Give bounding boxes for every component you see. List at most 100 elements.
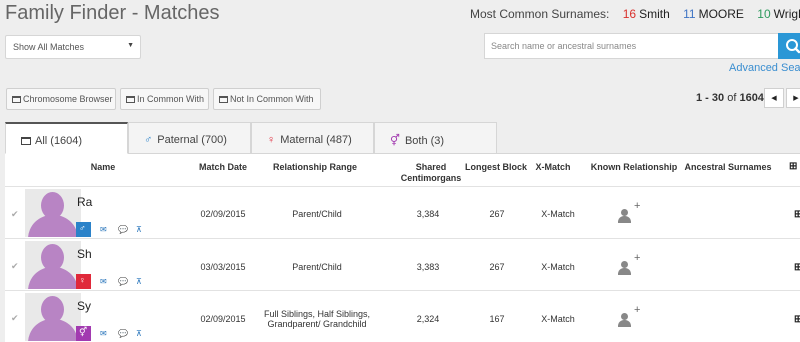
relationship-range: Parent/Child bbox=[292, 262, 342, 272]
male-icon: ♂ bbox=[76, 222, 91, 237]
search-placeholder: Search name or ancestral surnames bbox=[491, 41, 637, 51]
female-icon: ♀ bbox=[76, 274, 91, 289]
advanced-search-link[interactable]: Advanced Searc bbox=[729, 62, 800, 74]
table-row[interactable]: ✔ Sh ♀ ✉ 💬 ⊼ 03/03/2015 Parent/Child 3,3… bbox=[5, 238, 800, 290]
add-relationship-icon[interactable] bbox=[617, 313, 633, 327]
check-icon[interactable]: ✔ bbox=[11, 313, 19, 324]
add-relationship-icon[interactable] bbox=[617, 209, 633, 223]
surname-count: 11 bbox=[683, 7, 696, 21]
tab-maternal[interactable]: ♀ Maternal (487) bbox=[251, 122, 374, 154]
surname-link[interactable]: MOORE bbox=[699, 7, 744, 21]
surname-count: 16 bbox=[622, 7, 637, 21]
not-in-common-with-button[interactable]: Not In Common With bbox=[213, 88, 321, 110]
plus-icon[interactable]: + bbox=[634, 304, 640, 316]
plus-icon[interactable]: + bbox=[634, 200, 640, 212]
chevron-left-icon: ◀ bbox=[771, 95, 777, 102]
in-common-with-button[interactable]: In Common With bbox=[120, 88, 209, 110]
match-filter-value: Show All Matches bbox=[13, 42, 85, 52]
tab-paternal-label: Paternal (700) bbox=[157, 134, 227, 146]
column-header-known-relationship[interactable]: Known Relationship bbox=[586, 162, 682, 173]
check-icon[interactable]: ✔ bbox=[11, 261, 19, 272]
tab-both-label: Both (3) bbox=[404, 135, 445, 147]
prev-page-button[interactable]: ◀ bbox=[764, 88, 784, 108]
match-date: 02/09/2015 bbox=[200, 314, 246, 324]
match-date: 03/03/2015 bbox=[200, 262, 246, 272]
in-common-with-label: In Common With bbox=[137, 94, 205, 104]
email-icon[interactable]: ✉ bbox=[100, 225, 107, 234]
expand-row-icon[interactable]: ⊞ bbox=[794, 314, 800, 325]
table-icon bbox=[126, 96, 135, 103]
add-relationship-icon[interactable] bbox=[617, 261, 633, 275]
pagination-total: 1604 bbox=[739, 92, 764, 104]
longest-block: 267 bbox=[489, 262, 505, 272]
column-header-match-date[interactable]: Match Date bbox=[188, 162, 258, 173]
match-name[interactable]: Sh bbox=[77, 247, 92, 261]
chevron-right-icon: ▶ bbox=[793, 95, 799, 102]
note-icon[interactable]: 💬 bbox=[118, 225, 128, 234]
table-row[interactable]: ✔ Sy ⚥ ✉ 💬 ⊼ 02/09/2015 Full Siblings, H… bbox=[5, 290, 800, 342]
both-icon: ⚥ bbox=[76, 326, 91, 341]
common-surnames: Most Common Surnames: 16 Smith 11 MOORE 10… bbox=[470, 7, 800, 21]
female-icon: ♀ bbox=[267, 134, 276, 146]
page-title: Family Finder - Matches bbox=[5, 2, 220, 24]
next-page-button[interactable]: ▶ bbox=[786, 88, 800, 108]
tab-both[interactable]: ⚥ Both (3) bbox=[374, 122, 497, 154]
note-icon[interactable]: 💬 bbox=[118, 277, 128, 286]
match-name[interactable]: Ra bbox=[77, 195, 92, 209]
relationship-range: Full Siblings, Half Siblings, Grandparen… bbox=[257, 309, 377, 329]
expand-row-icon[interactable]: ⊞ bbox=[794, 209, 800, 220]
x-match: X-Match bbox=[541, 314, 575, 324]
email-icon[interactable]: ✉ bbox=[100, 277, 107, 286]
table-icon bbox=[12, 96, 21, 103]
shared-cm: 3,383 bbox=[416, 262, 440, 272]
note-icon[interactable]: 💬 bbox=[118, 329, 128, 338]
surname-link[interactable]: Smith bbox=[639, 7, 670, 21]
longest-block: 267 bbox=[489, 209, 505, 219]
list-icon bbox=[21, 137, 31, 145]
shared-cm: 3,384 bbox=[416, 209, 440, 219]
table-row[interactable]: ✔ Ra ♂ ✉ 💬 ⊼ 02/09/2015 Parent/Child 3,3… bbox=[5, 186, 800, 238]
male-icon: ♂ bbox=[144, 134, 153, 146]
email-icon[interactable]: ✉ bbox=[100, 329, 107, 338]
column-header-longest-block[interactable]: Longest Block bbox=[462, 162, 530, 173]
plus-icon[interactable]: + bbox=[634, 252, 640, 264]
chromosome-browser-label: Chromosome Browser bbox=[23, 94, 113, 104]
column-header-x-match[interactable]: X-Match bbox=[530, 162, 576, 173]
column-header-shared-cm[interactable]: Shared Centimorgans bbox=[396, 162, 466, 184]
expand-row-icon[interactable]: ⊞ bbox=[794, 262, 800, 273]
chevron-down-icon: ▼ bbox=[127, 42, 134, 49]
add-column-icon[interactable]: ⊞ bbox=[789, 161, 797, 172]
column-header-ancestral-surnames[interactable]: Ancestral Surnames bbox=[680, 162, 776, 173]
avatar[interactable] bbox=[25, 293, 81, 341]
search-icon bbox=[786, 39, 800, 54]
avatar[interactable] bbox=[25, 241, 81, 289]
not-in-common-with-label: Not In Common With bbox=[230, 94, 314, 104]
family-tree-icon[interactable]: ⊼ bbox=[136, 277, 142, 286]
pagination-range: 1 - 30 bbox=[696, 92, 725, 104]
column-header-shared-cm-line2: Centimorgans bbox=[400, 173, 462, 183]
search-input[interactable]: Search name or ancestral surnames bbox=[484, 33, 779, 59]
shared-cm: 2,324 bbox=[416, 314, 440, 324]
family-tree-icon[interactable]: ⊼ bbox=[136, 329, 142, 338]
match-filter-select[interactable]: Show All Matches ▼ bbox=[5, 35, 141, 59]
column-header-name[interactable]: Name bbox=[80, 162, 126, 173]
tab-maternal-label: Maternal (487) bbox=[280, 134, 352, 146]
family-tree-icon[interactable]: ⊼ bbox=[136, 225, 142, 234]
table-icon bbox=[219, 96, 228, 103]
tab-paternal[interactable]: ♂ Paternal (700) bbox=[128, 122, 251, 154]
column-header-relationship-range[interactable]: Relationship Range bbox=[262, 162, 368, 173]
chromosome-browser-button[interactable]: Chromosome Browser bbox=[6, 88, 116, 110]
match-name[interactable]: Sy bbox=[77, 299, 91, 313]
check-icon[interactable]: ✔ bbox=[11, 209, 19, 220]
column-header-shared-cm-line1: Shared bbox=[415, 162, 447, 172]
common-surnames-label: Most Common Surnames: bbox=[470, 7, 610, 21]
relationship-range-line1: Full Siblings, Half Siblings, bbox=[263, 309, 371, 319]
avatar[interactable] bbox=[25, 189, 81, 237]
pagination-of: of bbox=[727, 92, 737, 104]
longest-block: 167 bbox=[489, 314, 505, 324]
relationship-range-line2: Grandparent/ Grandchild bbox=[267, 319, 367, 329]
surname-link[interactable]: Wrigh bbox=[774, 7, 800, 21]
search-button[interactable] bbox=[778, 33, 800, 59]
tab-all-label: All (1604) bbox=[35, 135, 83, 147]
tab-all[interactable]: All (1604) bbox=[5, 122, 128, 154]
